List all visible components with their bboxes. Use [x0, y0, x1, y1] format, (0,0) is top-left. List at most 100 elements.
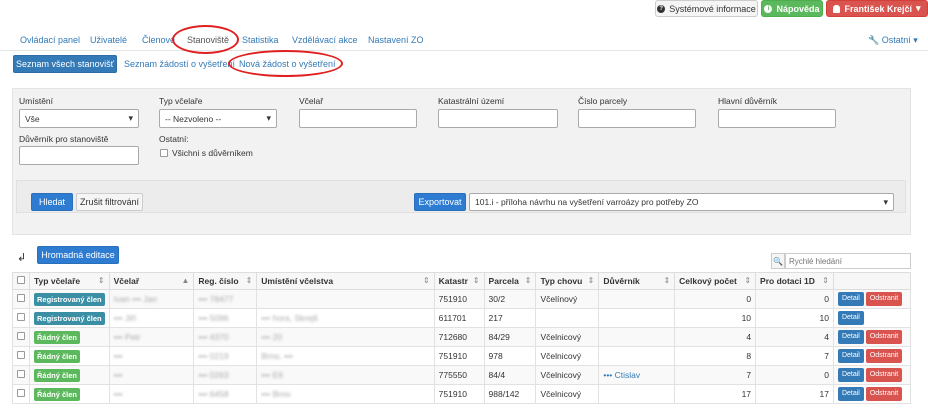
select-all-checkbox[interactable] — [17, 276, 25, 284]
row-duvernik-cell[interactable] — [598, 384, 676, 404]
export-select[interactable]: 101.i - příloha návrhu na vyšetření varr… — [469, 193, 894, 211]
detail-button[interactable]: Detail — [837, 330, 864, 344]
header-parcela[interactable]: Parcela ⇕ — [483, 272, 537, 290]
row-checkbox[interactable] — [17, 294, 25, 302]
header-reg-cislo[interactable]: Reg. číslo ⇕ — [193, 272, 258, 290]
row-reg-cell[interactable]: ••• 0263 — [193, 365, 258, 385]
nav-other-dropdown[interactable]: 🔧 Ostatní ▾ — [868, 35, 918, 46]
subnav-requests-list[interactable]: Seznam žádostí o vyšetření — [124, 59, 235, 69]
row-vcelar-cell[interactable]: Ivan ••• Jan — [108, 289, 195, 309]
reg-number-link[interactable]: ••• 78477 — [198, 294, 233, 304]
umisteni-value: Vše — [25, 113, 40, 124]
quick-search-input[interactable] — [785, 253, 911, 269]
umisteni-select[interactable]: Vše — [19, 109, 139, 128]
header-katastr[interactable]: Katastr ⇕ — [433, 272, 485, 290]
header-typ-vcelare[interactable]: Typ včelaře ⇕ — [29, 272, 110, 290]
beekeeper-link[interactable]: Ivan ••• Jan — [114, 294, 157, 304]
nav-other-label: Ostatní — [881, 35, 911, 45]
row-vcelar-cell[interactable]: ••• — [108, 384, 195, 404]
location-text: Brno, ••• — [261, 351, 293, 361]
row-checkbox[interactable] — [17, 389, 25, 397]
beekeeper-link[interactable]: ••• Petr — [114, 332, 141, 342]
row-duvernik-cell[interactable] — [598, 308, 676, 328]
reg-number-link[interactable]: ••• 6458 — [198, 389, 228, 399]
row-katastr: 751910 — [433, 384, 485, 404]
row-reg-cell[interactable]: ••• 5096 — [193, 308, 258, 328]
row-parcela: 978 — [483, 346, 537, 366]
row-reg-cell[interactable]: ••• 0219 — [193, 346, 258, 366]
row-vcelar-cell[interactable]: ••• Petr — [108, 327, 195, 347]
nav-statistika[interactable]: Statistika — [242, 35, 279, 45]
reg-number-link[interactable]: ••• 0219 — [198, 351, 228, 361]
beekeeper-link[interactable]: ••• — [114, 370, 123, 380]
beekeeper-link[interactable]: ••• — [114, 351, 123, 361]
beekeeper-link[interactable]: ••• Jiří — [114, 313, 137, 323]
header-duvernik[interactable]: Důvěrník ⇕ — [598, 272, 676, 290]
row-checkbox[interactable] — [17, 313, 25, 321]
reg-number-link[interactable]: ••• 0263 — [198, 370, 228, 380]
nav-vzdelavaci-akce[interactable]: Vzdělávací akce — [292, 35, 358, 45]
duvernik-stanoviste-input[interactable] — [19, 146, 139, 165]
header-typ-chovu[interactable]: Typ chovu ⇕ — [535, 272, 600, 290]
detail-button[interactable]: Detail — [837, 368, 864, 382]
row-umisteni-cell: ••• hora, Skrejš — [256, 308, 435, 328]
parcela-input[interactable] — [578, 109, 696, 128]
location-text: ••• Brno — [261, 389, 291, 399]
table-row: Řádný člen ••• ••• 0263 ••• E6 775550 84/4 Vč… — [12, 365, 912, 385]
delete-button[interactable]: Odstranit — [865, 292, 903, 306]
vcelar-input[interactable] — [299, 109, 417, 128]
reset-filter-button[interactable]: Zrušit filtrování — [76, 193, 143, 211]
delete-button[interactable]: Odstranit — [865, 330, 903, 344]
nav-uzivatele[interactable]: Uživatelé — [90, 35, 127, 45]
location-text: ••• hora, Skrejš — [261, 313, 318, 323]
delete-button[interactable]: Odstranit — [865, 368, 903, 382]
katastr-input[interactable] — [438, 109, 558, 128]
row-reg-cell[interactable]: ••• 78477 — [193, 289, 258, 309]
reg-number-link[interactable]: ••• 4370 — [198, 332, 228, 342]
detail-button[interactable]: Detail — [837, 349, 864, 363]
user-menu-button[interactable]: František Krejčí ▾ — [826, 0, 928, 17]
header-umisteni[interactable]: Umístění včelstva ⇕ — [256, 272, 435, 290]
detail-button[interactable]: Detail — [837, 387, 864, 401]
bulk-edit-button[interactable]: Hromadná editace — [37, 246, 119, 264]
beekeeper-link[interactable]: ••• — [114, 389, 123, 399]
bulk-edit-label: Hromadná editace — [41, 250, 115, 260]
row-duvernik-cell[interactable] — [598, 346, 676, 366]
nav-ovladaci-panel[interactable]: Ovládací panel — [20, 35, 80, 45]
row-duvernik-cell[interactable] — [598, 289, 676, 309]
row-vcelar-cell[interactable]: ••• Jiří — [108, 308, 195, 328]
search-button[interactable]: Hledat — [31, 193, 73, 211]
system-info-button[interactable]: ? Systémové informace — [655, 0, 758, 17]
row-typ-chovu: Včelnicový — [535, 327, 600, 347]
row-duvernik-cell[interactable] — [598, 327, 676, 347]
header-pro-dotaci[interactable]: Pro dotaci 1D ⇕ — [755, 272, 834, 290]
hlavni-duvernik-input[interactable] — [718, 109, 836, 128]
nav-clenove[interactable]: Členové — [142, 35, 175, 45]
subnav-all-stations[interactable]: Seznam všech stanovišť — [13, 55, 117, 73]
row-checkbox[interactable] — [17, 332, 25, 340]
row-reg-cell[interactable]: ••• 6458 — [193, 384, 258, 404]
row-vcelar-cell[interactable]: ••• — [108, 346, 195, 366]
vsichni-checkbox[interactable] — [160, 149, 168, 157]
trustee-link[interactable]: ••• Ctislav — [603, 370, 640, 380]
delete-button[interactable]: Odstranit — [865, 387, 903, 401]
help-button[interactable]: i Nápověda — [761, 0, 823, 17]
row-actions-cell: Detail Odstranit — [832, 346, 912, 366]
export-button[interactable]: Exportovat — [414, 193, 466, 211]
row-dotace: 4 — [755, 327, 834, 347]
row-vcelar-cell[interactable]: ••• — [108, 365, 195, 385]
row-reg-cell[interactable]: ••• 4370 — [193, 327, 258, 347]
delete-button[interactable]: Odstranit — [865, 349, 903, 363]
typ-vcelare-select[interactable]: -- Nezvoleno -- — [159, 109, 277, 128]
row-checkbox[interactable] — [17, 370, 25, 378]
header-vcelar[interactable]: Včelař ▲ — [108, 272, 195, 290]
nav-nastaveni-zo[interactable]: Nastavení ZO — [368, 35, 424, 45]
header-celkovy-pocet[interactable]: Celkový počet ⇕ — [674, 272, 757, 290]
row-duvernik-cell[interactable]: ••• Ctislav — [598, 365, 676, 385]
row-checkbox[interactable] — [17, 351, 25, 359]
export-select-value: 101.i - příloha návrhu na vyšetření varr… — [475, 197, 699, 207]
detail-button[interactable]: Detail — [837, 311, 864, 325]
reg-number-link[interactable]: ••• 5096 — [198, 313, 228, 323]
row-typ-cell: Řádný člen — [29, 346, 110, 366]
detail-button[interactable]: Detail — [837, 292, 864, 306]
